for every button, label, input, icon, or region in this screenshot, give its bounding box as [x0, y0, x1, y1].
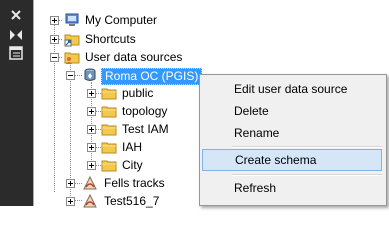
shortcut-folder-icon: [64, 31, 80, 47]
expand-toggle[interactable]: [50, 16, 59, 25]
postgis-database-icon: [82, 67, 98, 83]
tree-node-my-computer[interactable]: My Computer: [34, 12, 334, 29]
properties-icon[interactable]: [8, 46, 24, 60]
tracks-datasource-icon: [82, 193, 98, 209]
tree-node-shortcuts[interactable]: Shortcuts: [34, 31, 334, 48]
expand-toggle[interactable]: [50, 35, 59, 44]
menu-item-create-schema[interactable]: Create schema: [202, 149, 382, 171]
schema-folder-icon: [101, 121, 117, 137]
expand-toggle[interactable]: [87, 161, 96, 170]
expand-toggle[interactable]: [87, 143, 96, 152]
schema-folder-icon: [101, 157, 117, 173]
tree-node-schema-iah[interactable]: IAH: [34, 139, 204, 156]
collapse-toggle[interactable]: [50, 53, 59, 62]
menu-item-rename[interactable]: Rename: [202, 122, 382, 144]
expand-toggle[interactable]: [87, 89, 96, 98]
tree-node-user-data-sources[interactable]: User data sources: [34, 49, 334, 66]
computer-icon: [64, 12, 80, 28]
expand-toggle[interactable]: [66, 197, 75, 206]
schema-folder-icon: [101, 139, 117, 155]
expand-toggle[interactable]: [87, 107, 96, 116]
auto-hide-icon[interactable]: [8, 28, 24, 42]
tree-node-test516[interactable]: Test516_7: [34, 193, 204, 210]
tree-node-fells-tracks[interactable]: Fells tracks: [34, 175, 204, 192]
context-menu: Edit user data source Delete Rename Crea…: [199, 74, 387, 206]
tree-node-schema-test-iam[interactable]: Test IAM: [34, 121, 204, 138]
menu-item-edit-user-data-source[interactable]: Edit user data source: [202, 78, 382, 100]
menu-separator: [232, 174, 382, 176]
expand-toggle[interactable]: [87, 125, 96, 134]
menu-separator: [232, 146, 382, 148]
expand-toggle[interactable]: [66, 179, 75, 188]
tracks-datasource-icon: [82, 175, 98, 191]
tree-node-schema-public[interactable]: public: [34, 85, 204, 102]
tree-node-schema-city[interactable]: City: [34, 157, 204, 174]
schema-folder-icon: [101, 85, 117, 101]
dock-toolstrip: [0, 0, 34, 206]
menu-item-refresh[interactable]: Refresh: [202, 177, 382, 199]
menu-item-delete[interactable]: Delete: [202, 100, 382, 122]
collapse-toggle[interactable]: [66, 71, 75, 80]
user-folder-icon: [64, 49, 80, 65]
close-icon[interactable]: [8, 8, 24, 22]
schema-folder-icon: [101, 103, 117, 119]
tree-node-schema-topology[interactable]: topology: [34, 103, 204, 120]
